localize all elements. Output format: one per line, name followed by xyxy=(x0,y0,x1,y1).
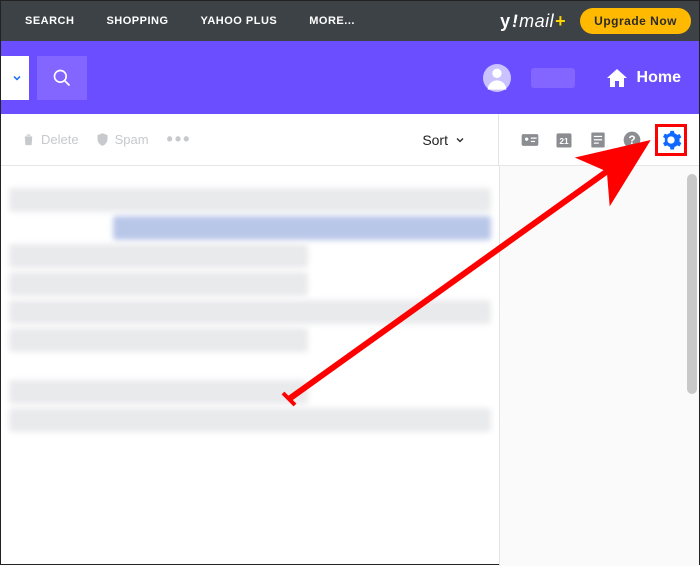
contacts-button[interactable] xyxy=(519,129,541,151)
sort-button[interactable]: Sort xyxy=(412,132,476,148)
list-item xyxy=(9,244,308,268)
calendar-button[interactable]: 21 xyxy=(553,129,575,151)
brand-text: mail xyxy=(519,11,554,32)
spam-button[interactable]: Spam xyxy=(87,132,157,147)
settings-highlight-box xyxy=(655,124,687,156)
delete-button[interactable]: Delete xyxy=(13,132,87,147)
home-label: Home xyxy=(637,69,681,87)
settings-button[interactable] xyxy=(660,129,682,151)
search-dropdown[interactable] xyxy=(1,56,29,100)
list-item xyxy=(113,216,491,240)
spam-label: Spam xyxy=(115,132,149,147)
top-nav: SEARCH SHOPPING YAHOO PLUS MORE... y!mai… xyxy=(1,1,699,41)
svg-text:?: ? xyxy=(628,134,635,147)
chevron-down-icon xyxy=(11,72,23,84)
home-button[interactable]: Home xyxy=(605,66,681,90)
message-list[interactable] xyxy=(1,166,499,566)
home-icon xyxy=(605,66,629,90)
avatar[interactable] xyxy=(483,64,511,92)
svg-text:21: 21 xyxy=(559,136,569,146)
help-button[interactable]: ? xyxy=(621,129,643,151)
calendar-icon: 21 xyxy=(554,130,574,150)
delete-label: Delete xyxy=(41,132,79,147)
nav-more[interactable]: MORE... xyxy=(293,15,371,27)
search-icon xyxy=(52,68,72,88)
side-panel xyxy=(499,166,699,566)
list-item xyxy=(9,272,308,296)
avatar-name-redacted xyxy=(531,68,575,88)
nav-search[interactable]: SEARCH xyxy=(9,15,90,27)
avatar-icon xyxy=(483,64,511,92)
trash-icon xyxy=(21,132,36,147)
brand-y: y xyxy=(500,11,511,32)
sort-label: Sort xyxy=(422,132,448,148)
brand-plus: + xyxy=(555,11,566,32)
help-icon: ? xyxy=(622,130,642,150)
list-item xyxy=(9,380,308,404)
list-item xyxy=(9,328,308,352)
shield-icon xyxy=(95,132,110,147)
hero-bar: Home xyxy=(1,41,699,114)
list-item xyxy=(9,408,491,432)
overflow-menu[interactable]: ••• xyxy=(157,129,202,150)
search-button[interactable] xyxy=(37,56,87,100)
contact-card-icon xyxy=(520,130,540,150)
nav-shopping[interactable]: SHOPPING xyxy=(90,15,184,27)
gear-icon xyxy=(660,129,682,151)
mail-toolbar: Delete Spam ••• Sort 21 ? xyxy=(1,114,699,166)
chevron-down-icon xyxy=(454,134,466,146)
brand-logo[interactable]: y!mail+ xyxy=(486,11,580,32)
scrollbar[interactable] xyxy=(687,174,697,394)
upgrade-button[interactable]: Upgrade Now xyxy=(580,8,691,34)
content-area xyxy=(1,166,699,566)
notepad-button[interactable] xyxy=(587,129,609,151)
nav-yahoo-plus[interactable]: YAHOO PLUS xyxy=(185,15,294,27)
list-item xyxy=(9,300,491,324)
list-item xyxy=(9,188,491,212)
toolbar-divider xyxy=(498,114,499,166)
notepad-icon xyxy=(588,130,608,150)
